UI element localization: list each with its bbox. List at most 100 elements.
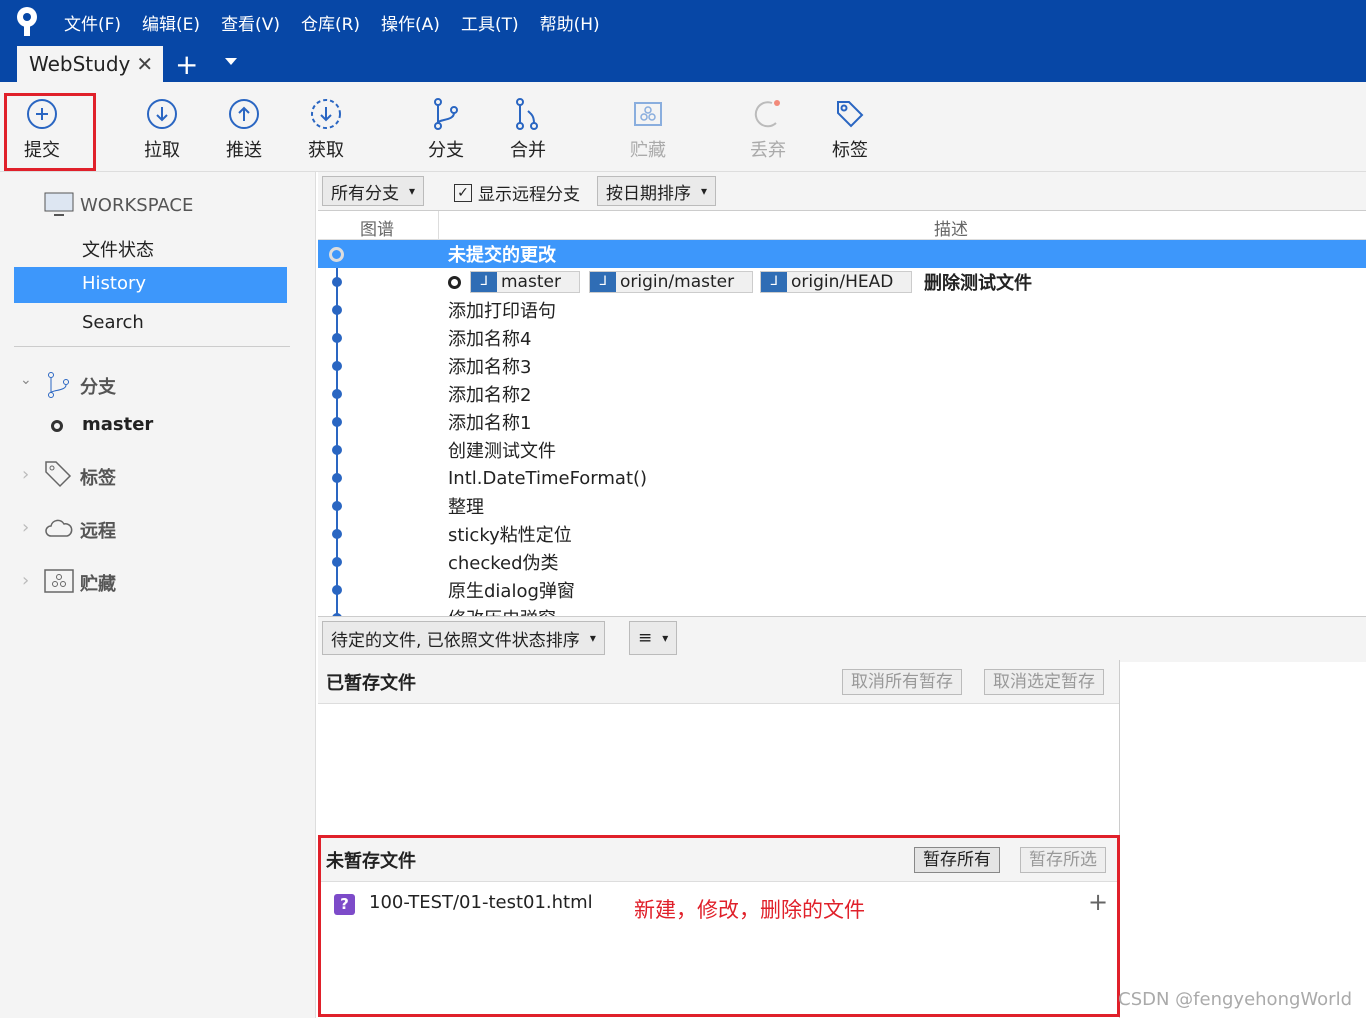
chevron-down-icon[interactable]: ⌄ xyxy=(20,372,32,388)
staged-header: 已暂存文件 取消所有暂存 取消选定暂存 xyxy=(318,660,1119,704)
push-button[interactable]: 推送 xyxy=(209,98,279,162)
close-tab-icon[interactable]: ✕ xyxy=(136,52,153,76)
commit-desc: 未提交的更改 xyxy=(448,245,556,266)
sidebar-item-search[interactable]: Search xyxy=(82,312,144,333)
commit-desc: 添加名称4 xyxy=(448,329,532,350)
arrow-up-circle-icon xyxy=(229,99,259,129)
tab-dropdown-icon[interactable] xyxy=(225,58,237,65)
sort-dropdown[interactable]: 按日期排序 ▾ xyxy=(597,176,717,206)
commit-desc: 添加名称2 xyxy=(448,385,532,406)
merge-icon xyxy=(516,98,538,130)
fetch-button[interactable]: 获取 xyxy=(291,98,361,162)
discard-button[interactable]: 丢弃 xyxy=(733,98,803,162)
menu-view[interactable]: 查看(V) xyxy=(221,10,280,35)
commit-row[interactable]: 修改历史弹窗 xyxy=(318,604,1366,616)
commit-row[interactable]: checked伪类 xyxy=(318,548,1366,576)
chevron-right-icon[interactable]: › xyxy=(22,570,29,591)
commit-desc: 原生dialog弹窗 xyxy=(448,581,575,602)
commit-row[interactable]: 原生dialog弹窗 xyxy=(318,576,1366,604)
commit-node xyxy=(332,277,342,287)
commit-row[interactable]: Intl.DateTimeFormat() xyxy=(318,464,1366,492)
menu-file[interactable]: 文件(F) xyxy=(64,10,121,35)
unstaged-highlight-box xyxy=(318,835,1120,1017)
commit-node xyxy=(332,557,342,567)
commit-row[interactable]: 整理 xyxy=(318,492,1366,520)
col-graph[interactable]: 图谱 xyxy=(360,215,394,240)
show-remote-checkbox[interactable]: ✓ 显示远程分支 xyxy=(454,180,580,205)
sourcetree-logo xyxy=(17,7,37,36)
commit-node xyxy=(332,501,342,511)
stash-button[interactable]: 贮藏 xyxy=(613,98,683,162)
branch-master[interactable]: master xyxy=(82,414,153,435)
new-tab-button[interactable]: + xyxy=(175,48,198,81)
branch-filter-dropdown[interactable]: 所有分支 ▾ xyxy=(322,176,425,206)
tags-header[interactable]: 标签 xyxy=(80,464,116,490)
chevron-right-icon[interactable]: › xyxy=(22,517,29,538)
ref-badge-master[interactable]: ᒧ master xyxy=(470,271,580,293)
commit-row[interactable]: 添加名称2 xyxy=(318,380,1366,408)
menu-tools[interactable]: 工具(T) xyxy=(461,10,519,35)
unstage-selected-button[interactable]: 取消选定暂存 xyxy=(984,669,1104,695)
toolbar: 提交 拉取 推送 获取 分支 合并 贮藏 丢弃 标签 xyxy=(0,82,1366,172)
menu-bar: 文件(F) 编辑(E) 查看(V) 仓库(R) 操作(A) 工具(T) 帮助(H… xyxy=(64,10,600,35)
show-remote-label: 显示远程分支 xyxy=(478,185,580,205)
branch-filter-value: 所有分支 xyxy=(331,183,399,204)
branch-icon xyxy=(48,372,69,398)
branches-header[interactable]: 分支 xyxy=(80,373,116,399)
commit-desc: 修改历史弹窗 xyxy=(448,605,556,616)
commit-desc: 添加名称1 xyxy=(448,413,532,434)
remotes-header[interactable]: 远程 xyxy=(80,517,116,543)
commit-graph: 未提交的更改 ᒧ master ᒧ origin/master ᒧ origin/HE… xyxy=(318,240,1366,616)
commit-row[interactable]: 添加名称4 xyxy=(318,324,1366,352)
fetch-label: 获取 xyxy=(308,140,344,161)
tag-button[interactable]: 标签 xyxy=(815,98,885,162)
stashes-header[interactable]: 贮藏 xyxy=(80,570,116,596)
branch-icon: ᒧ xyxy=(471,272,497,292)
stash-icon xyxy=(44,569,74,593)
commit-desc: checked伪类 xyxy=(448,553,559,574)
commit-row-uncommitted[interactable]: 未提交的更改 xyxy=(318,240,1366,268)
commit-node xyxy=(332,417,342,427)
tag-icon xyxy=(45,461,72,488)
sidebar: WORKSPACE 文件状态 History Search ⌄ 分支 maste… xyxy=(0,172,316,1018)
commit-row-head[interactable]: ᒧ master ᒧ origin/master ᒧ origin/HEAD 删除测试… xyxy=(318,268,1366,296)
divider xyxy=(14,346,290,347)
commit-node xyxy=(332,473,342,483)
menu-action[interactable]: 操作(A) xyxy=(381,10,440,35)
sidebar-item-file-status[interactable]: 文件状态 xyxy=(82,236,154,262)
arrow-down-circle-icon xyxy=(147,99,177,129)
merge-button[interactable]: 合并 xyxy=(493,98,563,162)
discard-icon xyxy=(754,100,780,128)
ref-badge-origin-master[interactable]: ᒧ origin/master xyxy=(589,271,754,293)
col-description[interactable]: 描述 xyxy=(934,215,968,240)
commit-desc: sticky粘性定位 xyxy=(448,525,572,546)
column-divider[interactable] xyxy=(438,211,439,241)
sidebar-item-history[interactable]: History xyxy=(14,267,287,303)
ref-badge-origin-head[interactable]: ᒧ origin/HEAD xyxy=(760,271,913,293)
commit-row[interactable]: sticky粘性定位 xyxy=(318,520,1366,548)
sort-value: 按日期排序 xyxy=(606,183,691,204)
unstage-all-button[interactable]: 取消所有暂存 xyxy=(842,669,962,695)
commit-row[interactable]: 创建测试文件 xyxy=(318,436,1366,464)
view-mode-dropdown[interactable]: ≡ ▾ xyxy=(629,621,678,655)
uncommitted-node-icon xyxy=(329,247,344,262)
commit-row[interactable]: 添加名称1 xyxy=(318,408,1366,436)
stash-icon xyxy=(634,102,662,126)
repo-tab[interactable]: WebStudy ✕ xyxy=(17,46,163,82)
commit-node xyxy=(332,389,342,399)
branch-button[interactable]: 分支 xyxy=(411,98,481,162)
pull-button[interactable]: 拉取 xyxy=(127,98,197,162)
menu-edit[interactable]: 编辑(E) xyxy=(142,10,200,35)
staged-pane: 已暂存文件 取消所有暂存 取消选定暂存 xyxy=(318,660,1120,836)
menu-repo[interactable]: 仓库(R) xyxy=(301,10,360,35)
commit-row[interactable]: 添加打印语句 xyxy=(318,296,1366,324)
chevron-down-icon: ▾ xyxy=(701,184,708,198)
commit-desc: 添加名称3 xyxy=(448,357,532,378)
chevron-right-icon[interactable]: › xyxy=(22,464,29,485)
checkbox-checked-icon[interactable]: ✓ xyxy=(454,183,472,202)
file-sort-dropdown[interactable]: 待定的文件, 已依照文件状态排序 ▾ xyxy=(322,621,605,655)
commit-row[interactable]: 添加名称3 xyxy=(318,352,1366,380)
list-view-icon: ≡ xyxy=(638,628,653,648)
menu-help[interactable]: 帮助(H) xyxy=(540,10,600,35)
commit-node xyxy=(332,445,342,455)
